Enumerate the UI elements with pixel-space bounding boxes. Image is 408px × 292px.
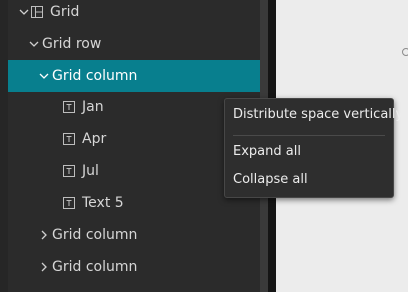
text-widget-icon	[62, 164, 76, 178]
context-menu: Distribute space vertically Expand all C…	[224, 98, 403, 198]
menu-item-collapse-all[interactable]: Collapse all	[233, 172, 308, 187]
canvas-handle-icon[interactable]	[402, 48, 408, 56]
tree-item-grid-row[interactable]: Grid row	[8, 28, 260, 60]
text-widget-icon	[62, 132, 76, 146]
tree-item-label: Grid row	[42, 36, 102, 52]
text-widget-icon	[62, 100, 76, 114]
tree-item-grid[interactable]: Grid	[8, 0, 260, 28]
tree-item-jul[interactable]: Jul	[8, 155, 260, 187]
tree-item-label: Apr	[82, 131, 107, 147]
tree-item-grid-column-selected[interactable]: Grid column	[8, 60, 260, 92]
tree-item-jan[interactable]: Jan	[8, 91, 260, 123]
tree-item-label: Grid column	[52, 227, 138, 243]
left-gutter	[0, 0, 8, 292]
tree-item-text-5[interactable]: Text 5	[8, 187, 260, 219]
tree-item-apr[interactable]: Apr	[8, 123, 260, 155]
layer-tree-panel: Grid Grid row Grid column Jan Apr Jul Te…	[8, 0, 260, 292]
tree-item-label: Jul	[82, 163, 99, 179]
tree-item-label: Grid	[50, 4, 80, 20]
chevron-down-icon[interactable]	[38, 70, 50, 82]
menu-item-distribute-vertically[interactable]: Distribute space vertically	[233, 107, 403, 122]
tree-item-label: Jan	[82, 99, 104, 115]
grid-layout-icon	[30, 5, 44, 19]
menu-separator	[233, 135, 385, 136]
tree-item-grid-column[interactable]: Grid column	[8, 219, 260, 251]
chevron-right-icon[interactable]	[38, 229, 50, 241]
chevron-down-icon[interactable]	[18, 6, 30, 18]
tree-item-label: Grid column	[52, 259, 138, 275]
chevron-down-icon[interactable]	[28, 38, 40, 50]
chevron-right-icon[interactable]	[38, 261, 50, 273]
tree-item-label: Grid column	[52, 68, 138, 84]
tree-item-label: Text 5	[82, 195, 124, 211]
menu-item-expand-all[interactable]: Expand all	[233, 144, 301, 159]
tree-item-grid-column[interactable]: Grid column	[8, 251, 260, 283]
text-widget-icon	[62, 196, 76, 210]
